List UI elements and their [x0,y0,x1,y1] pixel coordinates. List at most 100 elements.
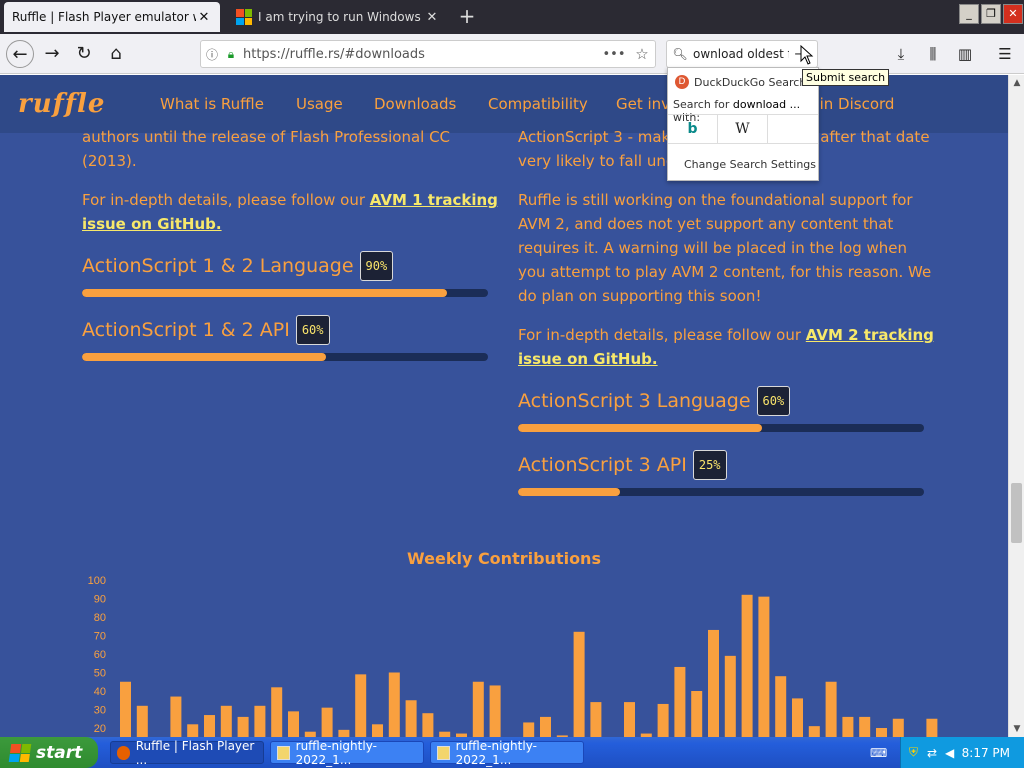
chart-bar [472,681,484,737]
search-icon: 🔍︎ [672,47,688,61]
scroll-up-arrow-icon[interactable]: ▲ [1009,75,1024,91]
weekly-contributions-chart: 20 30 40 50 60 70 80 90 100 [88,575,938,737]
volume-icon[interactable]: ◀ [945,746,954,760]
zip-folder-icon [437,745,450,760]
y-tick-label: 20 [94,723,106,735]
chart-bar [674,666,686,737]
lock-icon[interactable]: 🔒︎ [223,47,239,62]
nav-downloads[interactable]: Downloads [374,95,456,113]
task-label: ruffle-nightly-2022_1... [295,738,377,767]
taskbar-item-folder-2[interactable]: ruffle-nightly-2022_1... [430,739,584,767]
url-text[interactable]: https://ruffle.rs/#downloads [239,47,599,62]
taskbar-item-firefox[interactable]: Ruffle | Flash Player ... [110,738,264,767]
forward-button[interactable]: → [38,40,66,68]
window-controls: _ ❐ ✕ [958,0,1024,28]
progress-track [82,353,488,361]
duckduckgo-engine-row[interactable]: D DuckDuckGo Search [675,75,806,89]
meter-as12-api: ActionScript 1 & 2 API 60% [82,315,502,361]
chart-bar [775,676,787,737]
chart-bar [271,687,283,737]
nav-compatibility[interactable]: Compatibility [488,95,588,113]
meter-label: ActionScript 3 Language [518,390,751,412]
chart-bar [842,716,854,737]
security-shield-icon[interactable]: ⛨ [909,745,918,760]
scrollbar-thumb[interactable] [1011,483,1022,543]
avm2-details-paragraph: For in-depth details, please follow our … [518,323,938,371]
tab-title: I am trying to run Windows Defen [258,10,424,24]
chart-bar [204,715,215,737]
chart-bar [422,713,434,737]
scroll-down-arrow-icon[interactable]: ▼ [1009,721,1024,737]
chart-bar [170,696,182,737]
meter-as3-api: ActionScript 3 API 25% [518,450,938,496]
paragraph-text: very likely to fall und [518,152,676,170]
chart-bar [758,596,770,737]
system-tray: ⛨ ⇄ ◀ 8:17 PM [900,737,1024,768]
bookmark-star-icon[interactable]: ☆ [629,45,655,63]
search-box[interactable]: 🔍︎ → [666,40,818,68]
nav-what-is-ruffle[interactable]: What is Ruffle [160,95,264,113]
meter-as12-language: ActionScript 1 & 2 Language 90% [82,251,502,297]
windows-flag-icon [8,743,32,762]
chart-bar [724,655,736,737]
progress-track [82,289,488,297]
task-label: Ruffle | Flash Player ... [135,738,255,767]
chart-bar [573,631,585,737]
page-scrollbar[interactable]: ▲ ▼ [1008,75,1024,737]
back-button[interactable]: ← [6,40,34,68]
nav-usage[interactable]: Usage [296,95,343,113]
y-tick-label: 50 [94,668,106,680]
search-input[interactable] [693,47,789,61]
paragraph-text: For in-depth details, please follow our [518,326,806,344]
wikipedia-icon[interactable]: W [718,115,768,143]
avm1-column: authors until the release of Flash Profe… [82,125,502,379]
close-tab-icon[interactable]: ✕ [196,10,212,25]
chart-bar [338,729,350,737]
info-icon[interactable]: ⓘ [201,46,223,63]
progress-fill [82,353,326,361]
ruffle-logo[interactable]: ruffle [18,89,108,119]
start-button[interactable]: start [0,737,98,768]
submit-search-tooltip: Submit search [802,69,890,86]
zip-folder-icon [277,745,290,760]
nav-get-involved[interactable]: Get inv [616,95,670,113]
tab-windows-defender[interactable]: I am trying to run Windows Defen ✕ [228,2,448,32]
chart-bar [876,728,887,737]
meter-label: ActionScript 3 API [518,454,687,476]
library-icon[interactable]: ⫼ [920,40,946,68]
chart-bar [388,672,400,737]
y-tick-label: 30 [94,705,106,717]
minimize-button[interactable]: _ [959,4,979,24]
paragraph-text: after that date [820,128,930,146]
bing-icon[interactable]: b [668,115,718,143]
nav-join-discord[interactable]: Join Discord [806,95,894,113]
restore-button[interactable]: ❐ [981,4,1001,24]
keyboard-icon[interactable]: ⌨ [870,746,887,760]
reload-button[interactable]: ↻ [70,40,98,68]
sidebar-icon[interactable]: ▥ [952,40,978,68]
network-icon[interactable]: ⇄ [927,746,937,760]
home-button[interactable]: ⌂ [102,40,130,68]
tab-ruffle[interactable]: Ruffle | Flash Player emulator writ ✕ [4,2,220,32]
chart-bar [540,716,551,737]
new-tab-button[interactable]: + [455,4,479,28]
taskbar-item-folder-1[interactable]: ruffle-nightly-2022_1... [270,738,424,767]
avm1-paragraph: authors until the release of Flash Profe… [82,128,451,170]
progress-fill [518,488,620,496]
menu-icon[interactable]: ☰ [992,40,1018,68]
tab-bar: Ruffle | Flash Player emulator writ ✕ I … [0,0,1024,34]
screen: Ruffle | Flash Player emulator writ ✕ I … [0,0,1024,768]
close-tab-icon[interactable]: ✕ [424,10,440,25]
paragraph-text: ActionScript 3 - mak [518,128,671,146]
y-tick-label: 70 [94,631,106,643]
close-window-button[interactable]: ✕ [1003,4,1023,24]
chart-bar [657,703,669,737]
meter-label: ActionScript 1 & 2 API [82,319,290,341]
url-bar[interactable]: ⓘ 🔒︎ https://ruffle.rs/#downloads ••• ☆ [200,40,656,68]
downloads-icon[interactable]: ⤓ [888,40,914,68]
chart-bar [355,674,367,737]
avm1-details-paragraph: For in-depth details, please follow our … [82,188,502,236]
change-search-settings-link[interactable]: Change Search Settings [684,158,816,171]
progress-fill [82,289,448,297]
page-actions-icon[interactable]: ••• [599,47,629,62]
